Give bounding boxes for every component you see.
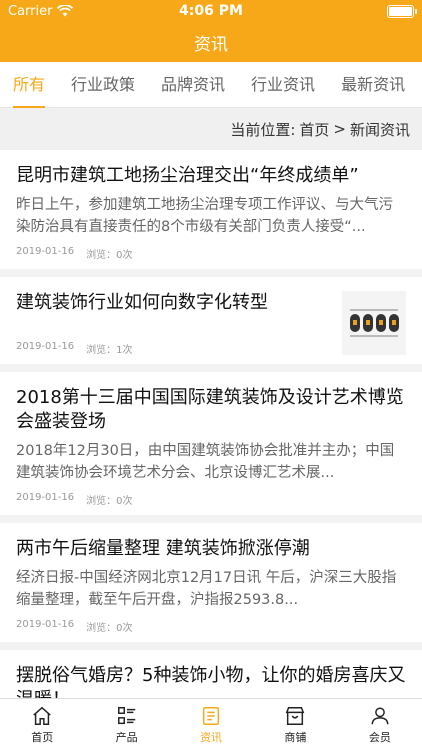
breadcrumb-home-link[interactable]: 首页 [299,119,329,140]
tabbar-shops[interactable]: 商铺 [253,699,337,750]
article-meta: 2019-01-16 浏览：0次 [16,484,406,515]
shop-icon [286,706,305,725]
user-icon [371,706,389,724]
article-title: 摆脱俗气婚房？5种装饰小物，让你的婚房喜庆又温暖！ [16,665,406,698]
tabbar-member[interactable]: 会员 [338,699,422,750]
tabbar-products[interactable]: 产品 [84,699,168,750]
news-icon [202,706,220,725]
breadcrumb-separator: > [333,120,346,138]
tab-all[interactable]: 所有 [0,62,58,108]
tabbar-home-label: 首页 [31,730,54,744]
page-title: 资讯 [194,34,228,55]
article-item[interactable]: 2018第十三届中国国际建筑装饰及设计艺术博览会盛装登场 2018年12月30日… [0,372,422,523]
article-meta: 2019-01-16 浏览：0次 [16,238,406,269]
home-icon [33,706,51,725]
article-thumbnail [342,291,406,355]
battery-icon [387,4,417,18]
article-title: 建筑装饰行业如何向数字化转型 [16,292,268,313]
article-summary: 2018年12月30日，由中国建筑装饰协会批准并主办；中国建筑装饰协会环境艺术分… [16,443,395,481]
tabbar-news[interactable]: 资讯 [169,699,253,750]
article-title: 2018第十三届中国国际建筑装饰及设计艺术博览会盛装登场 [16,387,404,432]
breadcrumb-label: 当前位置: [230,120,296,139]
article-item[interactable]: 建筑装饰行业如何向数字化转型 2019-01-16 浏览：1次 [0,277,422,372]
article-views: 浏览：0次 [86,496,133,507]
article-title: 两市午后缩量整理 建筑装饰掀涨停潮 [16,538,310,559]
article-meta: 2019-01-16 浏览：1次 [16,333,334,364]
article-meta: 2019-01-16 浏览：0次 [16,611,406,642]
bottom-tab-bar: 首页 产品 资讯 商铺 会员 [0,698,422,750]
article-item[interactable]: 两市午后缩量整理 建筑装饰掀涨停潮 经济日报-中国经济网北京12月17日讯 午后… [0,523,422,650]
tabbar-shops-label: 商铺 [284,730,307,744]
breadcrumb: 当前位置: 首页 > 新闻资讯 [0,108,422,150]
article-summary: 昨日上午，参加建筑工地扬尘治理专项工作评议、与大气污染防治具有直接责任的8个市级… [16,197,393,235]
category-tabs: 所有 行业政策 品牌资讯 行业资讯 最新资讯 [0,62,422,108]
article-item[interactable]: 昆明市建筑工地扬尘治理交出“年终成绩单” 昨日上午，参加建筑工地扬尘治理专项工作… [0,150,422,277]
article-views: 浏览：0次 [86,623,133,634]
clock: 4:06 PM [179,3,243,19]
article-item[interactable]: 摆脱俗气婚房？5种装饰小物，让你的婚房喜庆又温暖！ [0,650,422,698]
article-title: 昆明市建筑工地扬尘治理交出“年终成绩单” [16,165,359,186]
article-date: 2019-01-16 [16,619,75,630]
article-views: 浏览：1次 [86,345,133,356]
grid-list-icon [117,706,135,724]
tabbar-news-label: 资讯 [200,730,223,744]
tab-brand-news[interactable]: 品牌资讯 [148,62,238,108]
article-views: 浏览：0次 [86,250,133,261]
article-summary: 经济日报-中国经济网北京12月17日讯 午后，沪深三大股指缩量整理，截至午后开盘… [16,570,397,608]
tab-industry-news[interactable]: 行业资讯 [238,62,328,108]
tab-latest-news[interactable]: 最新资讯 [328,62,418,108]
article-date: 2019-01-16 [16,246,75,257]
app-header: Carrier 4:06 PM 资讯 [0,0,422,62]
tabbar-member-label: 会员 [368,730,391,744]
tabbar-products-label: 产品 [115,730,138,744]
article-date: 2019-01-16 [16,341,75,352]
breadcrumb-current: 新闻资讯 [349,120,410,139]
tabbar-home[interactable]: 首页 [0,699,84,750]
article-date: 2019-01-16 [16,492,75,503]
article-list: 昆明市建筑工地扬尘治理交出“年终成绩单” 昨日上午，参加建筑工地扬尘治理专项工作… [0,150,422,698]
status-bar: Carrier 4:06 PM [0,0,422,22]
tab-industry-policy[interactable]: 行业政策 [58,62,148,108]
